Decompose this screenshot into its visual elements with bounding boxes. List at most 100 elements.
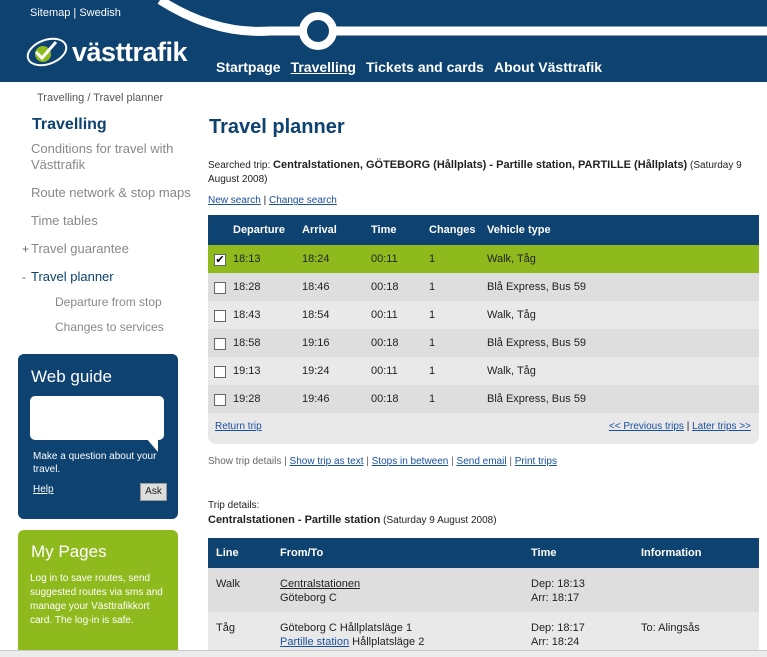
trip-arrival: 19:24 xyxy=(302,365,330,377)
trip-arrival: 19:46 xyxy=(302,393,330,405)
send-email-link[interactable]: Send email xyxy=(457,456,507,467)
vasttrafik-logo[interactable]: västtrafik xyxy=(26,34,188,70)
searched-label: Searched trip: xyxy=(208,160,271,171)
trip-arrival: 18:46 xyxy=(302,281,330,293)
web-guide-title: Web guide xyxy=(31,367,112,386)
leg-departure: Dep: 18:17 xyxy=(531,622,585,634)
trip-duration: 00:11 xyxy=(371,365,398,377)
trip-row[interactable]: 19:13 19:24 00:11 1 Walk, Tåg xyxy=(208,357,759,385)
stops-in-between-link[interactable]: Stops in between xyxy=(372,456,449,467)
trip-details-table: Line From/To Time Information Walk Centr… xyxy=(208,538,759,657)
trip-duration: 00:11 xyxy=(371,309,398,321)
top-links-separator: | xyxy=(73,7,77,19)
trip-duration: 00:18 xyxy=(371,281,399,293)
sidebar-subitem-changes-to-services[interactable]: Changes to services xyxy=(55,320,164,334)
trip-details-label: Trip details: xyxy=(208,500,260,511)
trip-row[interactable]: ✔ 18:13 18:24 00:11 1 Walk, Tåg xyxy=(208,245,759,273)
trip-vehicle: Blå Express, Bus 59 xyxy=(487,281,587,293)
search-links: New search | Change search xyxy=(208,195,337,206)
sidebar-item-route-network[interactable]: Route network & stop maps xyxy=(31,185,196,201)
col-changes: Changes xyxy=(429,224,476,236)
leg-to-link[interactable]: Partille station xyxy=(280,636,349,648)
trip-row[interactable]: 18:28 18:46 00:18 1 Blå Express, Bus 59 xyxy=(208,273,759,301)
trip-row[interactable]: 19:28 19:46 00:18 1 Blå Express, Bus 59 xyxy=(208,385,759,413)
nav-travelling[interactable]: Travelling xyxy=(291,59,356,75)
sidebar-item-travel-guarantee[interactable]: Travel guarantee xyxy=(31,241,196,257)
collapse-icon: - xyxy=(22,270,26,284)
trip-checkbox[interactable]: ✔ xyxy=(214,254,226,266)
trip-row[interactable]: 18:43 18:54 00:11 1 Walk, Tåg xyxy=(208,301,759,329)
horizontal-scrollbar[interactable] xyxy=(0,650,767,657)
sidebar-item-conditions[interactable]: Conditions for travel with Västtrafik xyxy=(31,141,196,173)
trip-checkbox[interactable] xyxy=(214,310,226,322)
show-trip-as-text-link[interactable]: Show trip as text xyxy=(290,456,364,467)
trip-changes: 1 xyxy=(429,309,436,321)
trip-leg-row: Walk Centralstationen Göteborg C Dep: 18… xyxy=(208,568,759,612)
trip-checkbox[interactable] xyxy=(214,338,226,350)
trips-table: Departure Arrival Time Changes Vehicle t… xyxy=(208,215,759,444)
trip-checkbox[interactable] xyxy=(214,282,226,294)
trip-changes: 1 xyxy=(429,365,436,377)
trips-table-header: Departure Arrival Time Changes Vehicle t… xyxy=(208,215,759,245)
trips-footer-left: Return trip xyxy=(215,421,262,432)
trip-arrival: 19:16 xyxy=(302,337,330,349)
trips-pagination: << Previous trips | Later trips >> xyxy=(609,421,751,432)
trip-checkbox[interactable] xyxy=(214,366,226,378)
leg-departure: Dep: 18:13 xyxy=(531,578,585,590)
sidebar-item-travel-planner[interactable]: Travel planner xyxy=(31,269,196,285)
swedish-link[interactable]: Swedish xyxy=(79,7,121,19)
sitemap-link[interactable]: Sitemap xyxy=(30,7,70,19)
previous-trips-link[interactable]: << Previous trips xyxy=(609,421,684,432)
trip-details-route: Centralstationen - Partille station xyxy=(208,514,381,526)
actions-separator: | xyxy=(509,456,512,467)
trip-arrival: 18:54 xyxy=(302,309,330,321)
search-links-separator: | xyxy=(263,195,267,206)
nav-tickets-and-cards[interactable]: Tickets and cards xyxy=(366,59,484,75)
leg-arrival: Arr: 18:24 xyxy=(531,636,580,648)
sidebar-item-time-tables[interactable]: Time tables xyxy=(31,213,196,229)
my-pages-text: Log in to save routes, send suggested ro… xyxy=(30,573,163,626)
return-trip-link[interactable]: Return trip xyxy=(215,421,262,432)
new-search-link[interactable]: New search xyxy=(208,195,261,206)
change-search-link[interactable]: Change search xyxy=(269,195,337,206)
trip-arrival: 18:24 xyxy=(302,253,330,265)
col-departure: Departure xyxy=(233,224,285,236)
col-information: Information xyxy=(641,547,702,559)
logo-mark-icon xyxy=(26,37,68,67)
web-guide-help-link[interactable]: Help xyxy=(33,484,54,495)
pagination-separator: | xyxy=(686,421,690,432)
leg-information: To: Alingsås xyxy=(641,622,700,634)
col-time: Time xyxy=(371,224,397,236)
nav-startpage[interactable]: Startpage xyxy=(216,59,281,75)
col-line: Line xyxy=(216,547,239,559)
sidebar-heading[interactable]: Travelling xyxy=(32,116,107,134)
web-guide-box: Web guide Make a question about your tra… xyxy=(18,354,178,519)
show-trip-details-label: Show trip details xyxy=(208,456,282,467)
sidebar-subitem-departure-from-stop[interactable]: Departure from stop xyxy=(55,295,162,309)
web-guide-question-input[interactable] xyxy=(30,396,164,440)
trip-departure: 19:13 xyxy=(233,365,261,377)
trip-departure: 18:28 xyxy=(233,281,261,293)
breadcrumb: Travelling / Travel planner xyxy=(37,92,164,104)
trip-changes: 1 xyxy=(429,393,436,405)
web-guide-text: Make a question about your travel. xyxy=(33,451,157,475)
ask-button[interactable]: Ask xyxy=(140,483,167,501)
trip-row[interactable]: 18:58 19:16 00:18 1 Blå Express, Bus 59 xyxy=(208,329,759,357)
trip-departure: 18:58 xyxy=(233,337,261,349)
trip-departure: 18:43 xyxy=(233,309,261,321)
trip-duration: 00:11 xyxy=(371,253,398,265)
trip-details-title: Centralstationen - Partille station (Sat… xyxy=(208,514,497,526)
my-pages-box: My Pages Log in to save routes, send sug… xyxy=(18,530,178,657)
trip-vehicle: Walk, Tåg xyxy=(487,365,536,377)
trip-departure: 19:28 xyxy=(233,393,261,405)
print-trips-link[interactable]: Print trips xyxy=(515,456,557,467)
later-trips-link[interactable]: Later trips >> xyxy=(692,421,751,432)
site-header: Sitemap | Swedish västtrafik Startpage T… xyxy=(0,0,767,82)
leg-from-link[interactable]: Centralstationen xyxy=(280,577,360,591)
nav-about[interactable]: About Västtrafik xyxy=(494,59,602,75)
my-pages-title[interactable]: My Pages xyxy=(31,542,107,562)
leg-line: Tåg xyxy=(216,622,235,634)
main-nav: Startpage Travelling Tickets and cards A… xyxy=(216,59,612,75)
trip-checkbox[interactable] xyxy=(214,394,226,406)
trip-changes: 1 xyxy=(429,253,436,265)
